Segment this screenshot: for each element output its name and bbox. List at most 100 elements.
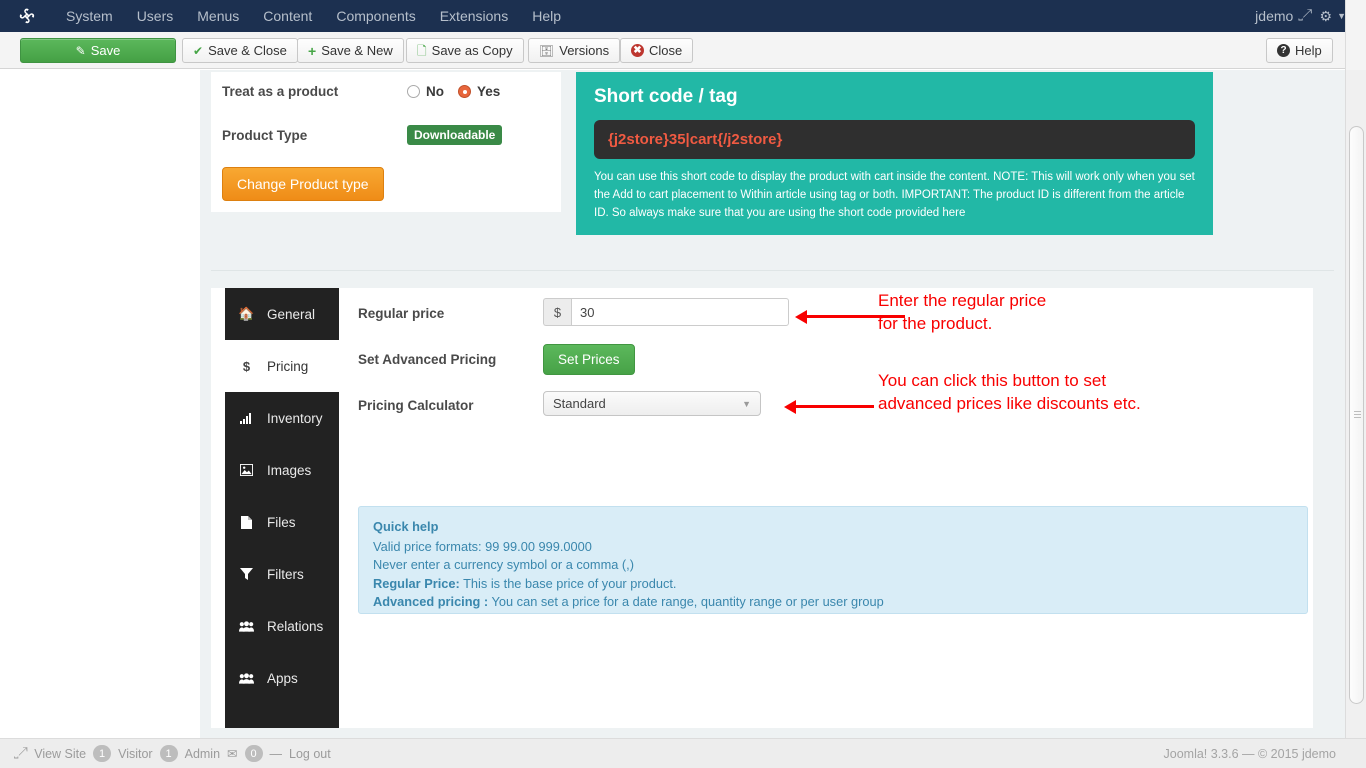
section-divider [211, 270, 1334, 271]
change-product-type-button[interactable]: Change Product type [222, 167, 384, 201]
pricing-calculator-label: Pricing Calculator [358, 398, 474, 413]
funnel-icon [239, 568, 254, 580]
main-content-area: Treat as a product No Yes Product Type D… [200, 70, 1345, 738]
users-icon [239, 673, 254, 684]
save-as-copy-button[interactable]: 🗋 Save as Copy [406, 38, 524, 63]
sidebar-item-inventory[interactable]: Inventory [225, 392, 339, 444]
check-icon: ✔ [193, 45, 203, 57]
menu-item-components[interactable]: Components [324, 0, 427, 32]
quick-help-title: Quick help [373, 518, 1293, 537]
product-type-badge: Downloadable [407, 125, 502, 145]
admin-label: Admin [185, 747, 220, 761]
menu-item-content[interactable]: Content [251, 0, 324, 32]
message-count-badge: 0 [245, 745, 263, 762]
chevron-down-icon: ▼ [742, 399, 751, 409]
page-scrollbar[interactable]: ▼ [1345, 70, 1366, 768]
sidebar-item-filters[interactable]: Filters [225, 548, 339, 600]
file-icon [239, 516, 254, 529]
pricing-calculator-select[interactable]: Standard ▼ [543, 391, 761, 416]
menu-item-extensions[interactable]: Extensions [428, 0, 520, 32]
annotation-note-2: You can click this button to set advance… [878, 370, 1141, 416]
save-and-close-button[interactable]: ✔ Save & Close [182, 38, 298, 63]
scrollbar-grip-icon [1354, 411, 1361, 412]
treat-as-product-row: Treat as a product No Yes [222, 84, 500, 99]
regular-price-input[interactable] [571, 298, 789, 326]
visitor-label: Visitor [118, 747, 153, 761]
close-label: Close [649, 43, 682, 58]
menu-item-menus[interactable]: Menus [185, 0, 251, 32]
annotation-note-1-line-2: for the product. [878, 314, 992, 333]
user-name-label: jdemo [1255, 8, 1293, 24]
sidebar-item-files-label: Files [267, 515, 296, 530]
sidebar-item-pricing[interactable]: $ Pricing [225, 340, 339, 392]
scrollbar-thumb[interactable] [1349, 126, 1364, 704]
quick-help-line-3-bold: Regular Price: [373, 576, 460, 591]
joomla-logo-icon[interactable] [18, 7, 36, 25]
save-and-new-label: Save & New [321, 43, 393, 58]
annotation-note-2-line-1: You can click this button to set [878, 371, 1106, 390]
envelope-icon[interactable]: ✉ [227, 746, 237, 761]
archive-icon: 🗄 [539, 45, 554, 57]
radio-no-label: No [426, 84, 444, 99]
sidebar-item-filters-label: Filters [267, 567, 304, 582]
sidebar-item-pricing-label: Pricing [267, 359, 308, 374]
save-button[interactable]: ✎ Save [20, 38, 176, 63]
page-left-margin [0, 70, 200, 738]
treat-as-product-label: Treat as a product [222, 84, 407, 99]
sidebar-item-images[interactable]: Images [225, 444, 339, 496]
versions-button[interactable]: 🗄 Versions [528, 38, 620, 63]
help-button[interactable]: ? Help [1266, 38, 1333, 63]
quick-help-line-4-rest: You can set a price for a date range, qu… [488, 594, 884, 609]
menu-item-help[interactable]: Help [520, 0, 573, 32]
quick-help-box: Quick help Valid price formats: 99 99.00… [358, 506, 1308, 614]
sidebar-item-apps-label: Apps [267, 671, 298, 686]
annotation-note-2-line-2: advanced prices like discounts etc. [878, 394, 1141, 413]
radio-no[interactable] [407, 85, 420, 98]
quick-help-line-4-bold: Advanced pricing : [373, 594, 488, 609]
sidebar-item-relations[interactable]: Relations [225, 600, 339, 652]
logout-link[interactable]: Log out [289, 747, 331, 761]
sidebar-item-relations-label: Relations [267, 619, 323, 634]
external-link-icon: ⎵↗ [14, 747, 27, 760]
versions-label: Versions [559, 43, 609, 58]
close-button[interactable]: ✖ Close [620, 38, 693, 63]
scrollbar-top-corner [1345, 0, 1366, 70]
set-advanced-pricing-label: Set Advanced Pricing [358, 352, 496, 367]
quick-help-line-1: Valid price formats: 99 99.00 999.0000 [373, 538, 1293, 557]
status-separator: — [270, 747, 283, 761]
treat-as-product-radios[interactable]: No Yes [407, 84, 500, 99]
save-and-new-button[interactable]: + Save & New [297, 38, 404, 63]
sidebar-item-images-label: Images [267, 463, 311, 478]
vertical-tab-list: 🏠 General $ Pricing Inventory [225, 288, 339, 728]
copyright-text: Joomla! 3.3.6 — © 2015 jdemo [1164, 747, 1366, 761]
external-link-icon: ⎵↗ [1298, 9, 1311, 22]
set-prices-button[interactable]: Set Prices [543, 344, 635, 375]
copy-icon: 🗋 [417, 45, 427, 57]
product-type-row: Product Type Downloadable [222, 125, 502, 145]
short-code-text: {j2store}35|cart{/j2store} [608, 131, 782, 148]
status-bar-left: ⎵↗ View Site 1 Visitor 1 Admin ✉ 0 — Log… [0, 745, 331, 762]
menu-item-system[interactable]: System [54, 0, 125, 32]
view-site-link[interactable]: View Site [34, 747, 86, 761]
short-code-box[interactable]: {j2store}35|cart{/j2store} [594, 120, 1195, 159]
sidebar-item-apps[interactable]: Apps [225, 652, 339, 704]
short-code-description: You can use this short code to display t… [594, 169, 1195, 222]
question-circle-icon: ? [1277, 44, 1290, 57]
admin-count-badge: 1 [160, 745, 178, 762]
annotation-note-1-line-1: Enter the regular price [878, 291, 1046, 310]
admin-menu-bar: System Users Menus Content Components Ex… [0, 0, 1366, 32]
sidebar-item-files[interactable]: Files [225, 496, 339, 548]
radio-yes[interactable] [458, 85, 471, 98]
menu-item-users[interactable]: Users [125, 0, 186, 32]
bar-chart-icon [239, 413, 254, 424]
help-label: Help [1295, 43, 1322, 58]
home-icon: 🏠 [239, 306, 254, 322]
short-code-title: Short code / tag [594, 86, 1195, 108]
editor-toolbar: ✎ Save ✔ Save & Close + Save & New 🗋 Sav… [0, 32, 1366, 69]
quick-help-line-3: Regular Price: This is the base price of… [373, 575, 1293, 594]
radio-yes-label: Yes [477, 84, 500, 99]
dollar-icon: $ [239, 359, 254, 374]
sidebar-item-general[interactable]: 🏠 General [225, 288, 339, 340]
short-code-panel: Short code / tag {j2store}35|cart{/j2sto… [576, 72, 1213, 235]
user-menu[interactable]: jdemo ⎵↗ [1255, 8, 1319, 24]
